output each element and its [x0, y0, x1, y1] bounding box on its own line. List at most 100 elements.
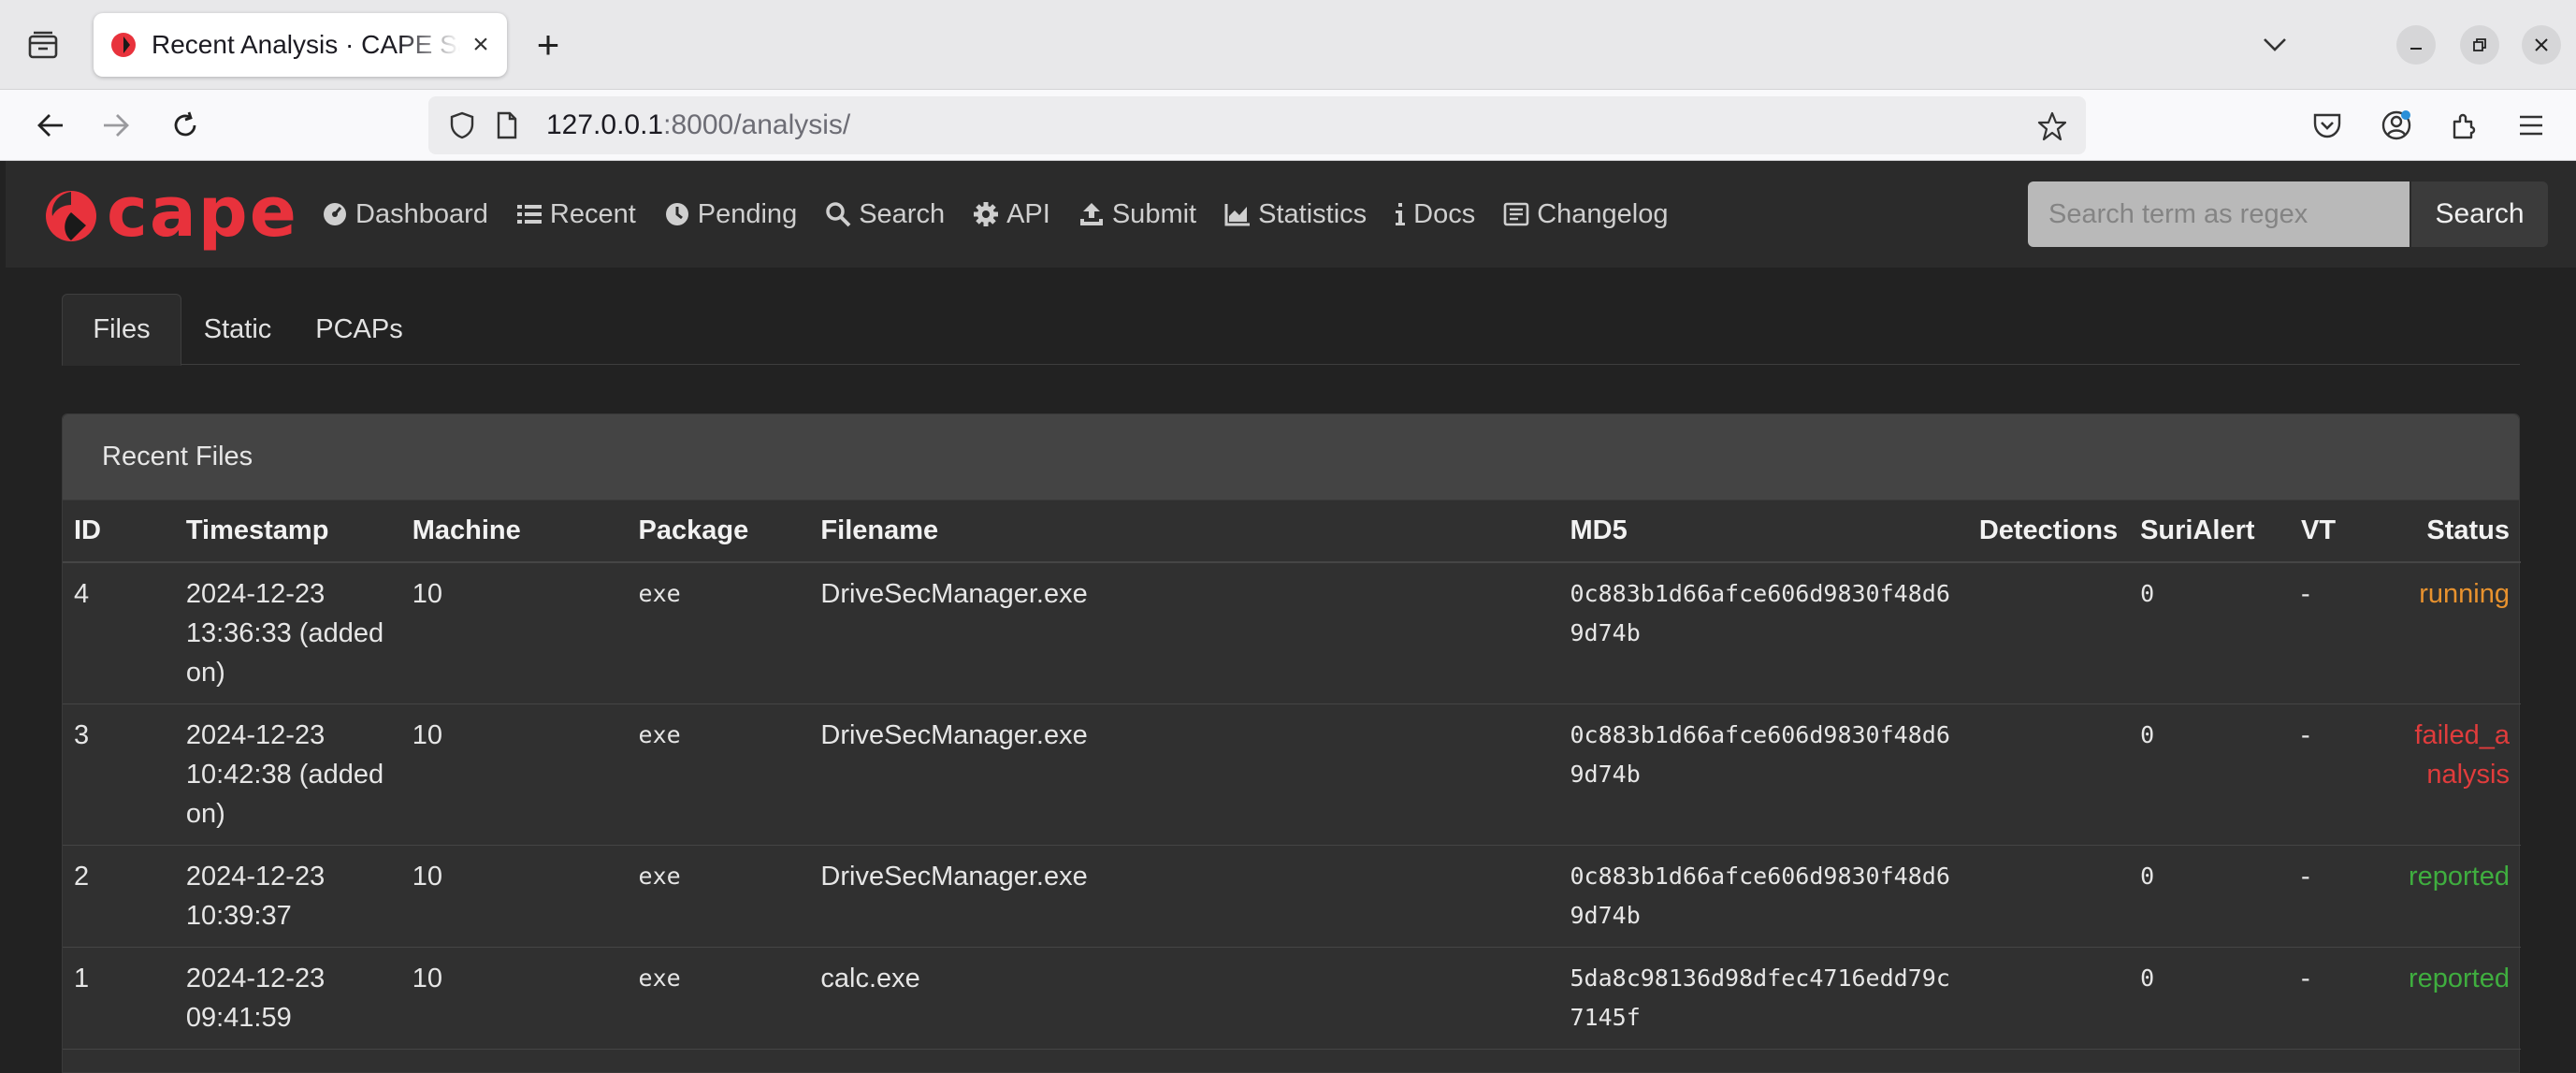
menu-changelog[interactable]: Changelog — [1503, 198, 1669, 230]
extensions-icon[interactable] — [2439, 101, 2488, 150]
cell-vt: - — [2290, 947, 2397, 1050]
cell-id[interactable]: 2 — [63, 845, 175, 948]
cell-machine: 10 — [400, 562, 628, 704]
table-row[interactable]: 1 2024-12-23 09:41:59 10 exe calc.exe 5d… — [63, 947, 2521, 1050]
col-status[interactable]: Status — [2396, 500, 2521, 563]
cell-timestamp: 2024-12-23 09:41:59 — [174, 947, 401, 1050]
menu-label: Changelog — [1537, 198, 1669, 229]
cell-detections — [1967, 703, 2130, 846]
url-text[interactable]: 127.0.0.1:8000/analysis/ — [546, 109, 850, 141]
close-window-icon[interactable] — [2522, 25, 2561, 65]
reload-icon[interactable] — [161, 101, 210, 150]
list-icon — [516, 205, 542, 224]
col-detections[interactable]: Detections — [1967, 500, 2130, 563]
col-vt[interactable]: VT — [2290, 500, 2397, 563]
cell-md5: 0c883b1d66afce606d9830f48d69d74b — [1558, 845, 1968, 948]
menu-submit[interactable]: Submit — [1078, 199, 1196, 230]
menu-dashboard[interactable]: Dashboard — [322, 199, 488, 230]
cape-logo[interactable]: cape — [43, 172, 305, 253]
cell-detections — [1967, 845, 2130, 948]
cell-filename[interactable]: DriveSecManager.exe — [809, 562, 1559, 704]
table-row[interactable]: 4 2024-12-23 13:36:33 (added on) 10 exe … — [63, 562, 2521, 704]
col-package[interactable]: Package — [627, 500, 810, 563]
page-icon[interactable] — [490, 109, 524, 142]
menu-recent[interactable]: Recent — [516, 199, 636, 230]
clock-icon — [665, 203, 688, 225]
table-row[interactable]: 3 2024-12-23 10:42:38 (added on) 10 exe … — [63, 703, 2521, 846]
cell-surialert: 0 — [2129, 845, 2291, 948]
col-filename[interactable]: Filename — [809, 500, 1559, 563]
col-id[interactable]: ID — [63, 500, 175, 563]
menu-label: Docs — [1413, 198, 1476, 229]
browser-tab-active[interactable]: Recent Analysis · CAPE Sandbox × — [94, 13, 507, 77]
status-badge: running — [2396, 562, 2521, 704]
cell-md5: 0c883b1d66afce606d9830f48d69d74b — [1558, 562, 1968, 704]
cell-package: exe — [627, 562, 810, 704]
cape-favicon-icon — [109, 30, 138, 60]
cell-md5: 5da8c98136d98dfec4716edd79c7145f — [1558, 947, 1968, 1050]
col-timestamp[interactable]: Timestamp — [174, 500, 401, 563]
search-icon — [826, 202, 851, 227]
chevron-down-icon[interactable] — [2252, 22, 2297, 67]
cape-logo-icon — [46, 191, 96, 241]
browser-nav-bar: 127.0.0.1:8000/analysis/ — [0, 90, 2576, 161]
menu-pending[interactable]: Pending — [664, 199, 797, 230]
menu-label: Dashboard — [355, 198, 488, 229]
forward-icon[interactable] — [92, 101, 140, 150]
restore-icon[interactable] — [2460, 25, 2499, 65]
cell-id[interactable]: 3 — [63, 703, 175, 846]
menu-label: Pending — [697, 198, 798, 229]
cell-package: exe — [627, 845, 810, 948]
cell-filename[interactable]: DriveSecManager.exe — [809, 703, 1559, 846]
cell-machine: 10 — [400, 845, 628, 948]
search-input[interactable] — [2028, 181, 2410, 247]
tab-close-icon[interactable]: × — [466, 29, 496, 60]
menu-docs[interactable]: Docs — [1395, 199, 1475, 230]
search-button[interactable]: Search — [2411, 181, 2548, 247]
cell-filename[interactable]: calc.exe — [809, 947, 1559, 1050]
cell-vt: - — [2290, 845, 2397, 948]
hamburger-menu-icon[interactable] — [2507, 101, 2555, 150]
status-badge: reported — [2396, 947, 2521, 1050]
page-content: Files Static PCAPs Recent Files ID Times… — [0, 268, 2576, 1073]
table-row[interactable]: 2 2024-12-23 10:39:37 10 exe DriveSecMan… — [63, 845, 2521, 948]
tab-list-icon[interactable] — [21, 24, 65, 65]
cell-machine: 10 — [400, 703, 628, 846]
new-tab-icon[interactable]: + — [526, 22, 571, 67]
cape-wordmark: cape — [107, 172, 298, 253]
bookmark-star-icon[interactable] — [2033, 108, 2071, 145]
tab-title: Recent Analysis · CAPE Sandbox — [152, 30, 460, 59]
cell-id[interactable]: 4 — [63, 562, 175, 704]
menu-api[interactable]: API — [973, 199, 1050, 230]
url-bar[interactable]: 127.0.0.1:8000/analysis/ — [428, 96, 2086, 154]
cell-timestamp: 2024-12-23 13:36:33 (added on) — [174, 562, 401, 704]
recent-files-card: Recent Files ID Timestamp Machine Packag… — [62, 413, 2521, 1073]
cell-package: exe — [627, 703, 810, 846]
tab-pcaps[interactable]: PCAPs — [294, 294, 425, 365]
upload-icon — [1079, 203, 1103, 225]
cell-filename[interactable]: DriveSecManager.exe — [809, 845, 1559, 948]
shield-icon[interactable] — [445, 109, 479, 142]
cell-id[interactable]: 1 — [63, 947, 175, 1050]
col-surialert[interactable]: SuriAlert — [2129, 500, 2291, 563]
tab-static[interactable]: Static — [181, 294, 294, 365]
back-icon[interactable] — [26, 101, 75, 150]
pocket-icon[interactable] — [2303, 101, 2352, 150]
col-machine[interactable]: Machine — [400, 500, 628, 563]
tab-files[interactable]: Files — [62, 294, 181, 366]
col-md5[interactable]: MD5 — [1558, 500, 1968, 563]
cell-detections — [1967, 562, 2130, 704]
gear-icon — [974, 202, 999, 226]
card-title: Recent Files — [63, 414, 2519, 500]
cell-detections — [1967, 947, 2130, 1050]
menu-search[interactable]: Search — [825, 199, 945, 230]
main-menu: Dashboard Recent Pending Search API Subm… — [322, 161, 1697, 268]
url-host: 127.0.0.1 — [546, 109, 664, 140]
analysis-tabs: Files Static PCAPs — [62, 294, 2520, 366]
account-icon[interactable] — [2372, 101, 2421, 150]
menu-label: Statistics — [1258, 198, 1368, 229]
menu-label: Search — [859, 198, 946, 229]
minimize-icon[interactable] — [2396, 25, 2436, 65]
menu-statistics[interactable]: Statistics — [1224, 199, 1367, 230]
cape-navbar: cape Dashboard Recent Pending Search API… — [6, 161, 2576, 268]
